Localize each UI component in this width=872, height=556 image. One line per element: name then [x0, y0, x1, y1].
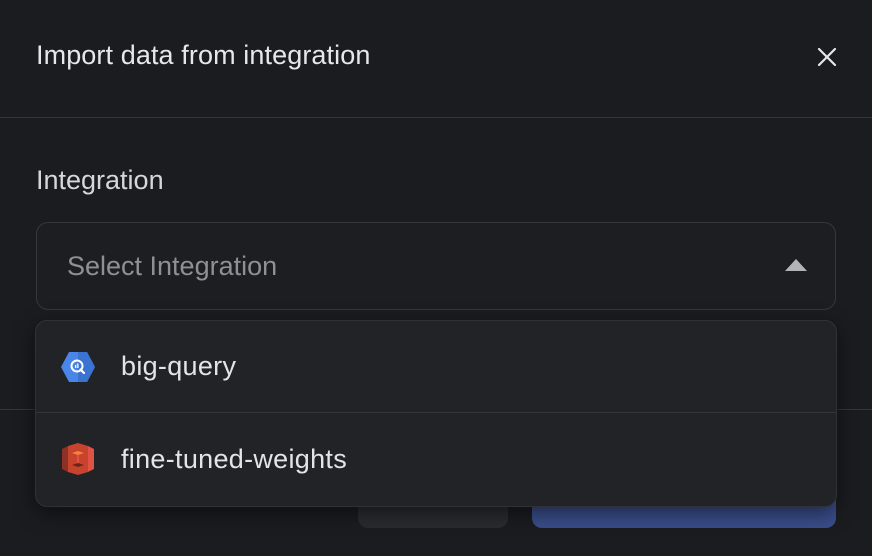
integration-label: Integration [36, 165, 164, 195]
select-placeholder: Select Integration [67, 251, 278, 281]
caret-up-icon [785, 259, 807, 271]
option-fine-tuned-weights[interactable]: fine-tuned-weights [36, 413, 836, 505]
close-icon [817, 47, 837, 67]
aws-s3-icon [60, 441, 96, 477]
modal-title: Import data from integration [36, 40, 371, 70]
option-label: fine-tuned-weights [121, 443, 348, 474]
integration-select[interactable]: Select Integration [36, 222, 836, 310]
import-integration-modal: Import data from integration Integration… [0, 0, 872, 556]
close-button[interactable] [812, 42, 842, 72]
option-big-query[interactable]: big-query [36, 321, 836, 413]
option-label: big-query [121, 351, 237, 381]
bigquery-icon [60, 349, 96, 385]
integration-dropdown-menu: big-query fine-tuned-weights [35, 320, 837, 507]
modal-header: Import data from integration [0, 0, 872, 118]
